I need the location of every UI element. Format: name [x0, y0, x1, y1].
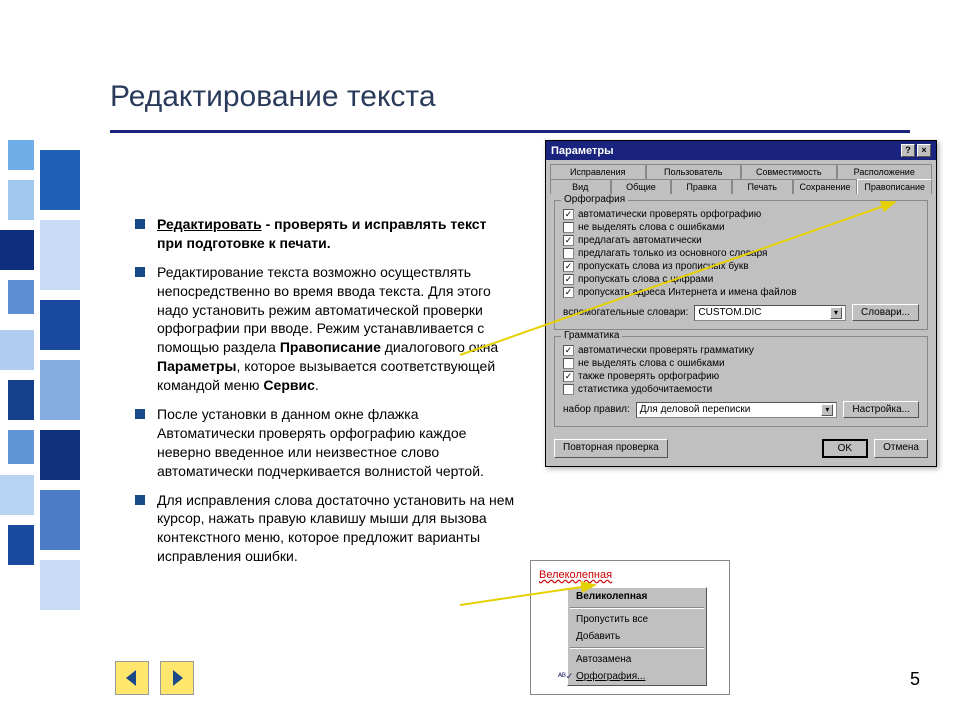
checkbox[interactable]: ✓ [563, 209, 574, 220]
ctx-suggestion[interactable]: Великолепная [568, 588, 706, 605]
group-spelling-label: Орфография [561, 194, 628, 205]
arrow-right-icon [167, 668, 187, 688]
chevron-down-icon: ▾ [821, 404, 833, 416]
close-icon[interactable]: × [917, 144, 931, 157]
parameters-dialog: Параметры ? × Исправления Пользователь С… [545, 140, 937, 467]
abc-check-icon: ᴬᴮ✓ [558, 671, 572, 682]
misspelled-word: Велеколепная [539, 569, 721, 581]
aux-dict-label: вспомогательные словари: [563, 307, 688, 318]
tab-compat[interactable]: Совместимость [741, 164, 837, 179]
chevron-down-icon: ▾ [830, 307, 842, 319]
checkbox[interactable] [563, 358, 574, 369]
tab-spelling[interactable]: Правописание [857, 179, 932, 194]
tab-edit[interactable]: Правка [671, 179, 732, 194]
bullet-icon [135, 409, 145, 419]
page-number: 5 [910, 669, 920, 690]
checkbox[interactable] [563, 222, 574, 233]
next-slide-button[interactable] [160, 661, 194, 695]
ctx-autoreplace[interactable]: Автозамена [568, 651, 706, 668]
checkbox[interactable] [563, 248, 574, 259]
tab-user[interactable]: Пользователь [646, 164, 742, 179]
rules-select[interactable]: Для деловой переписки ▾ [636, 402, 838, 418]
checkbox[interactable]: ✓ [563, 287, 574, 298]
recheck-button[interactable]: Повторная проверка [554, 439, 668, 458]
checkbox[interactable]: ✓ [563, 235, 574, 246]
bullet-list: Редактировать - проверять и исправлять т… [135, 215, 515, 576]
dialog-title-text: Параметры [551, 145, 613, 157]
ok-button[interactable]: OK [822, 439, 868, 458]
bullet-item: Для исправления слова достаточно установ… [135, 491, 515, 567]
arrow-left-icon [122, 668, 142, 688]
group-grammar-label: Грамматика [561, 330, 622, 341]
bullet-item: Редактирование текста возможно осуществл… [135, 263, 515, 395]
aux-dict-select[interactable]: CUSTOM.DIC ▾ [694, 305, 846, 321]
ctx-add[interactable]: Добавить [568, 628, 706, 645]
checkbox[interactable]: ✓ [563, 274, 574, 285]
title-divider [110, 130, 910, 133]
prev-slide-button[interactable] [115, 661, 149, 695]
checkbox[interactable] [563, 384, 574, 395]
spellcheck-context: Велеколепная Великолепная Пропустить все… [530, 560, 730, 695]
tab-print[interactable]: Печать [732, 179, 793, 194]
context-menu: Великолепная Пропустить все Добавить Авт… [567, 587, 707, 686]
dialog-titlebar: Параметры ? × [546, 141, 936, 160]
tab-view[interactable]: Вид [550, 179, 611, 194]
settings-button[interactable]: Настройка... [843, 401, 919, 418]
tab-location[interactable]: Расположение [837, 164, 933, 179]
group-spelling: Орфография ✓автоматически проверять орфо… [554, 200, 928, 330]
tab-save[interactable]: Сохранение [793, 179, 858, 194]
bullet-icon [135, 267, 145, 277]
group-grammar: Грамматика ✓автоматически проверять грам… [554, 336, 928, 427]
tab-corrections[interactable]: Исправления [550, 164, 646, 179]
tabs-row-1: Исправления Пользователь Совместимость Р… [546, 160, 936, 194]
rules-label: набор правил: [563, 404, 630, 415]
help-icon[interactable]: ? [901, 144, 915, 157]
ctx-spelling[interactable]: ᴬᴮ✓ Орфография... [568, 668, 706, 685]
cancel-button[interactable]: Отмена [874, 439, 928, 458]
tab-general[interactable]: Общие [611, 179, 672, 194]
bullet-item: После установки в данном окне флажка Авт… [135, 405, 515, 481]
ctx-ignore-all[interactable]: Пропустить все [568, 611, 706, 628]
checkbox[interactable]: ✓ [563, 371, 574, 382]
slide-title: Редактирование текста [110, 80, 540, 114]
slide-main: Редактирование текста [110, 80, 540, 174]
checkbox[interactable]: ✓ [563, 345, 574, 356]
bullet-icon [135, 219, 145, 229]
bullet-icon [135, 495, 145, 505]
dictionaries-button[interactable]: Словари... [852, 304, 919, 321]
bullet-item: Редактировать - проверять и исправлять т… [135, 215, 515, 253]
decorative-sidebar [0, 0, 90, 720]
checkbox[interactable]: ✓ [563, 261, 574, 272]
